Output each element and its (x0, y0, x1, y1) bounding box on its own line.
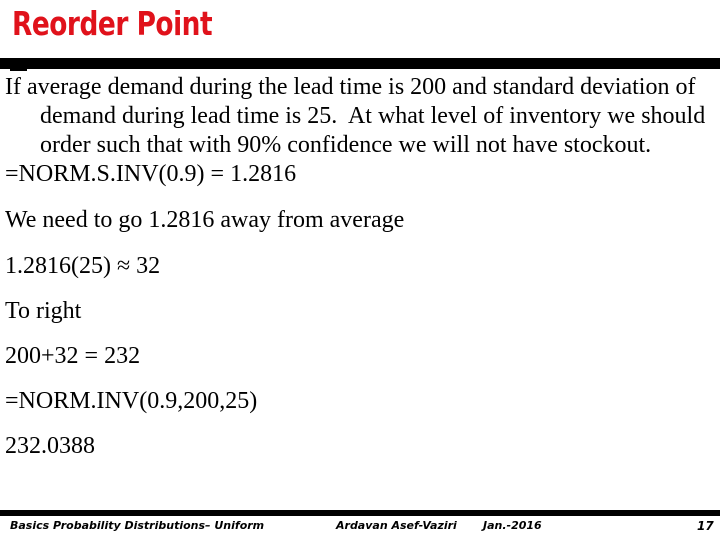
slide-body: If average demand during the lead time i… (0, 73, 720, 461)
body-paragraph-explanation: We need to go 1.2816 away from average (5, 207, 405, 233)
footer-deck-title: Basics Probability Distributions– Unifor… (10, 519, 265, 532)
page-title: Reorder Point (12, 4, 213, 43)
footer-date: Jan.-2016 (483, 519, 542, 532)
body-paragraph-result: 232.0388 (5, 433, 95, 459)
title-divider-bar (0, 58, 720, 69)
body-paragraph-formula-norminv: =NORM.INV(0.9,200,25) (5, 388, 258, 414)
body-paragraph-calculation: 1.2816(25) ≈ 32 (5, 253, 161, 279)
title-divider-accent (10, 66, 27, 71)
slide-footer: Basics Probability Distributions– Unifor… (0, 517, 720, 540)
body-paragraph-direction: To right (5, 298, 82, 324)
body-paragraph-formula-normsinv: =NORM.S.INV(0.9) = 1.2816 (5, 161, 297, 187)
footer-divider-bar (0, 510, 720, 516)
footer-page-number: 17 (697, 519, 714, 533)
body-paragraph-sum: 200+32 = 232 (5, 343, 141, 369)
body-paragraph-question: If average demand during the lead time i… (5, 74, 712, 158)
footer-author: Ardavan Asef-Vaziri (336, 519, 457, 532)
